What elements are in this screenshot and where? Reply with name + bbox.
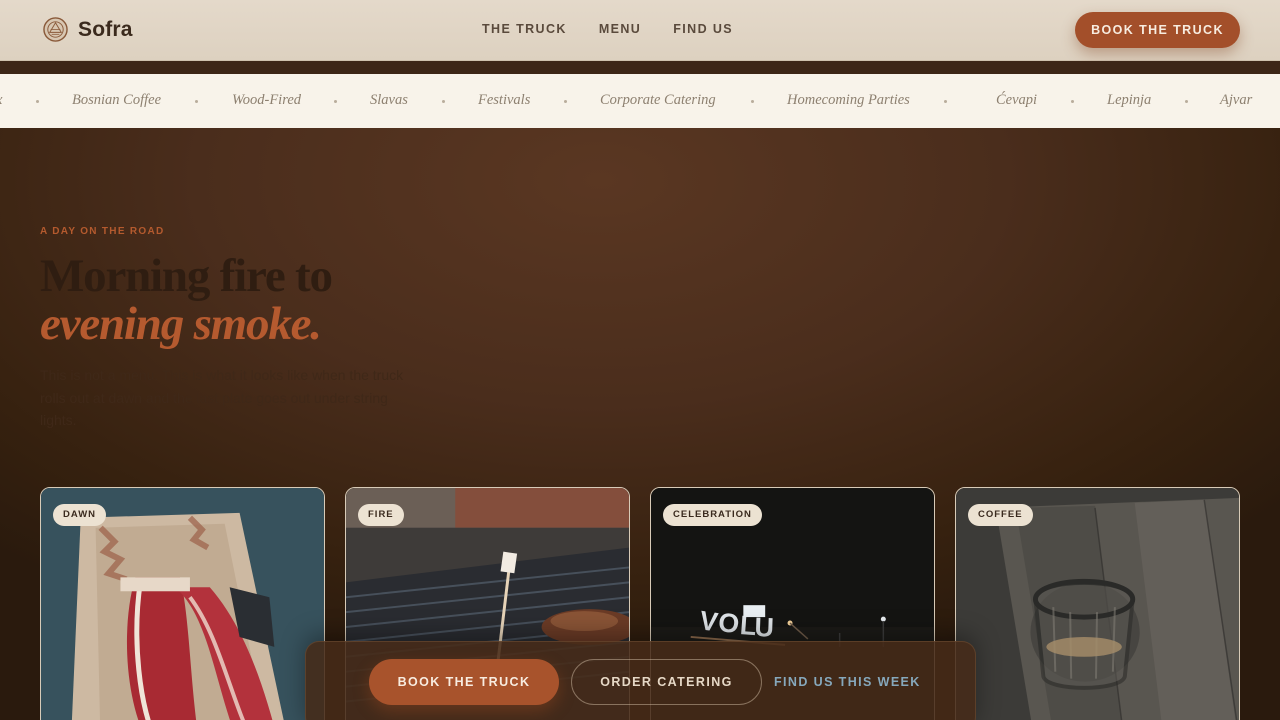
hero-title-line-2: evening smoke. <box>40 298 322 350</box>
ticker-item-festivals: Festivals <box>478 92 531 108</box>
hero-title-line-1: Morning fire to <box>40 250 333 302</box>
ticker-item-bosnian-coffee: Bosnian Coffee <box>72 92 162 108</box>
nav-link-find-us[interactable]: FIND US <box>673 22 733 36</box>
brand[interactable]: Sofra <box>43 17 133 42</box>
card-tag-fire: FIRE <box>358 504 404 526</box>
ticker-item-lepinja: Lepinja <box>1107 92 1152 108</box>
story-card-coffee[interactable]: COFFEE <box>955 487 1240 720</box>
ticker-separator <box>751 100 754 103</box>
nav-link-menu[interactable]: MENU <box>599 22 641 36</box>
find-us-this-week-link[interactable]: FIND US THIS WEEK <box>774 675 921 689</box>
card-tag-celebration: CELEBRATION <box>663 504 762 526</box>
main-nav: THE TRUCK MENU FIND US <box>482 22 733 36</box>
ticker-item-wood-fired: Wood-Fired <box>232 92 302 108</box>
hero-description: This is not a menu. This is what it look… <box>40 367 404 428</box>
ticker-item-cevapi: Ćevapi <box>996 92 1038 108</box>
ticker-separator <box>36 100 39 103</box>
ticker-item-ajvar: Ajvar <box>1220 92 1253 108</box>
ticker-item-homecoming-parties: Homecoming Parties <box>787 92 910 108</box>
brand-name: Sofra <box>78 17 133 41</box>
header-divider <box>0 61 1280 74</box>
floating-action-bar: BOOK THE TRUCK ORDER CATERING FIND US TH… <box>305 641 976 720</box>
ticker-separator <box>564 100 567 103</box>
ticker-item-corporate-catering: Corporate Catering <box>600 92 716 108</box>
ticker-separator <box>944 100 947 103</box>
ticker-separator <box>1185 100 1188 103</box>
ticker-item-slavas: Slavas <box>370 92 408 108</box>
ticker-separator <box>195 100 198 103</box>
nav-link-the-truck[interactable]: THE TRUCK <box>482 22 567 36</box>
site-header: Sofra THE TRUCK MENU FIND US BOOK THE TR… <box>0 0 1280 61</box>
service-ticker: x Bosnian Coffee Wood-Fired Slavas Festi… <box>0 74 1280 128</box>
ticker-item-fragment: x <box>0 92 2 109</box>
order-catering-button[interactable]: ORDER CATERING <box>571 659 762 705</box>
card-tag-dawn: DAWN <box>53 504 107 526</box>
hero-title: Morning fire to evening smoke. <box>40 250 333 350</box>
story-card-dawn[interactable]: DAWN <box>40 487 325 720</box>
hero-eyebrow: A DAY ON THE ROAD <box>40 226 165 237</box>
book-truck-button[interactable]: BOOK THE TRUCK <box>369 659 559 705</box>
brand-logo-icon <box>43 17 68 42</box>
ticker-separator <box>1071 100 1074 103</box>
card-tag-coffee: COFFEE <box>968 504 1033 526</box>
book-truck-header-button[interactable]: BOOK THE TRUCK <box>1075 12 1240 48</box>
ticker-separator <box>334 100 337 103</box>
ticker-separator <box>442 100 445 103</box>
svg-text:O: O <box>717 607 741 639</box>
